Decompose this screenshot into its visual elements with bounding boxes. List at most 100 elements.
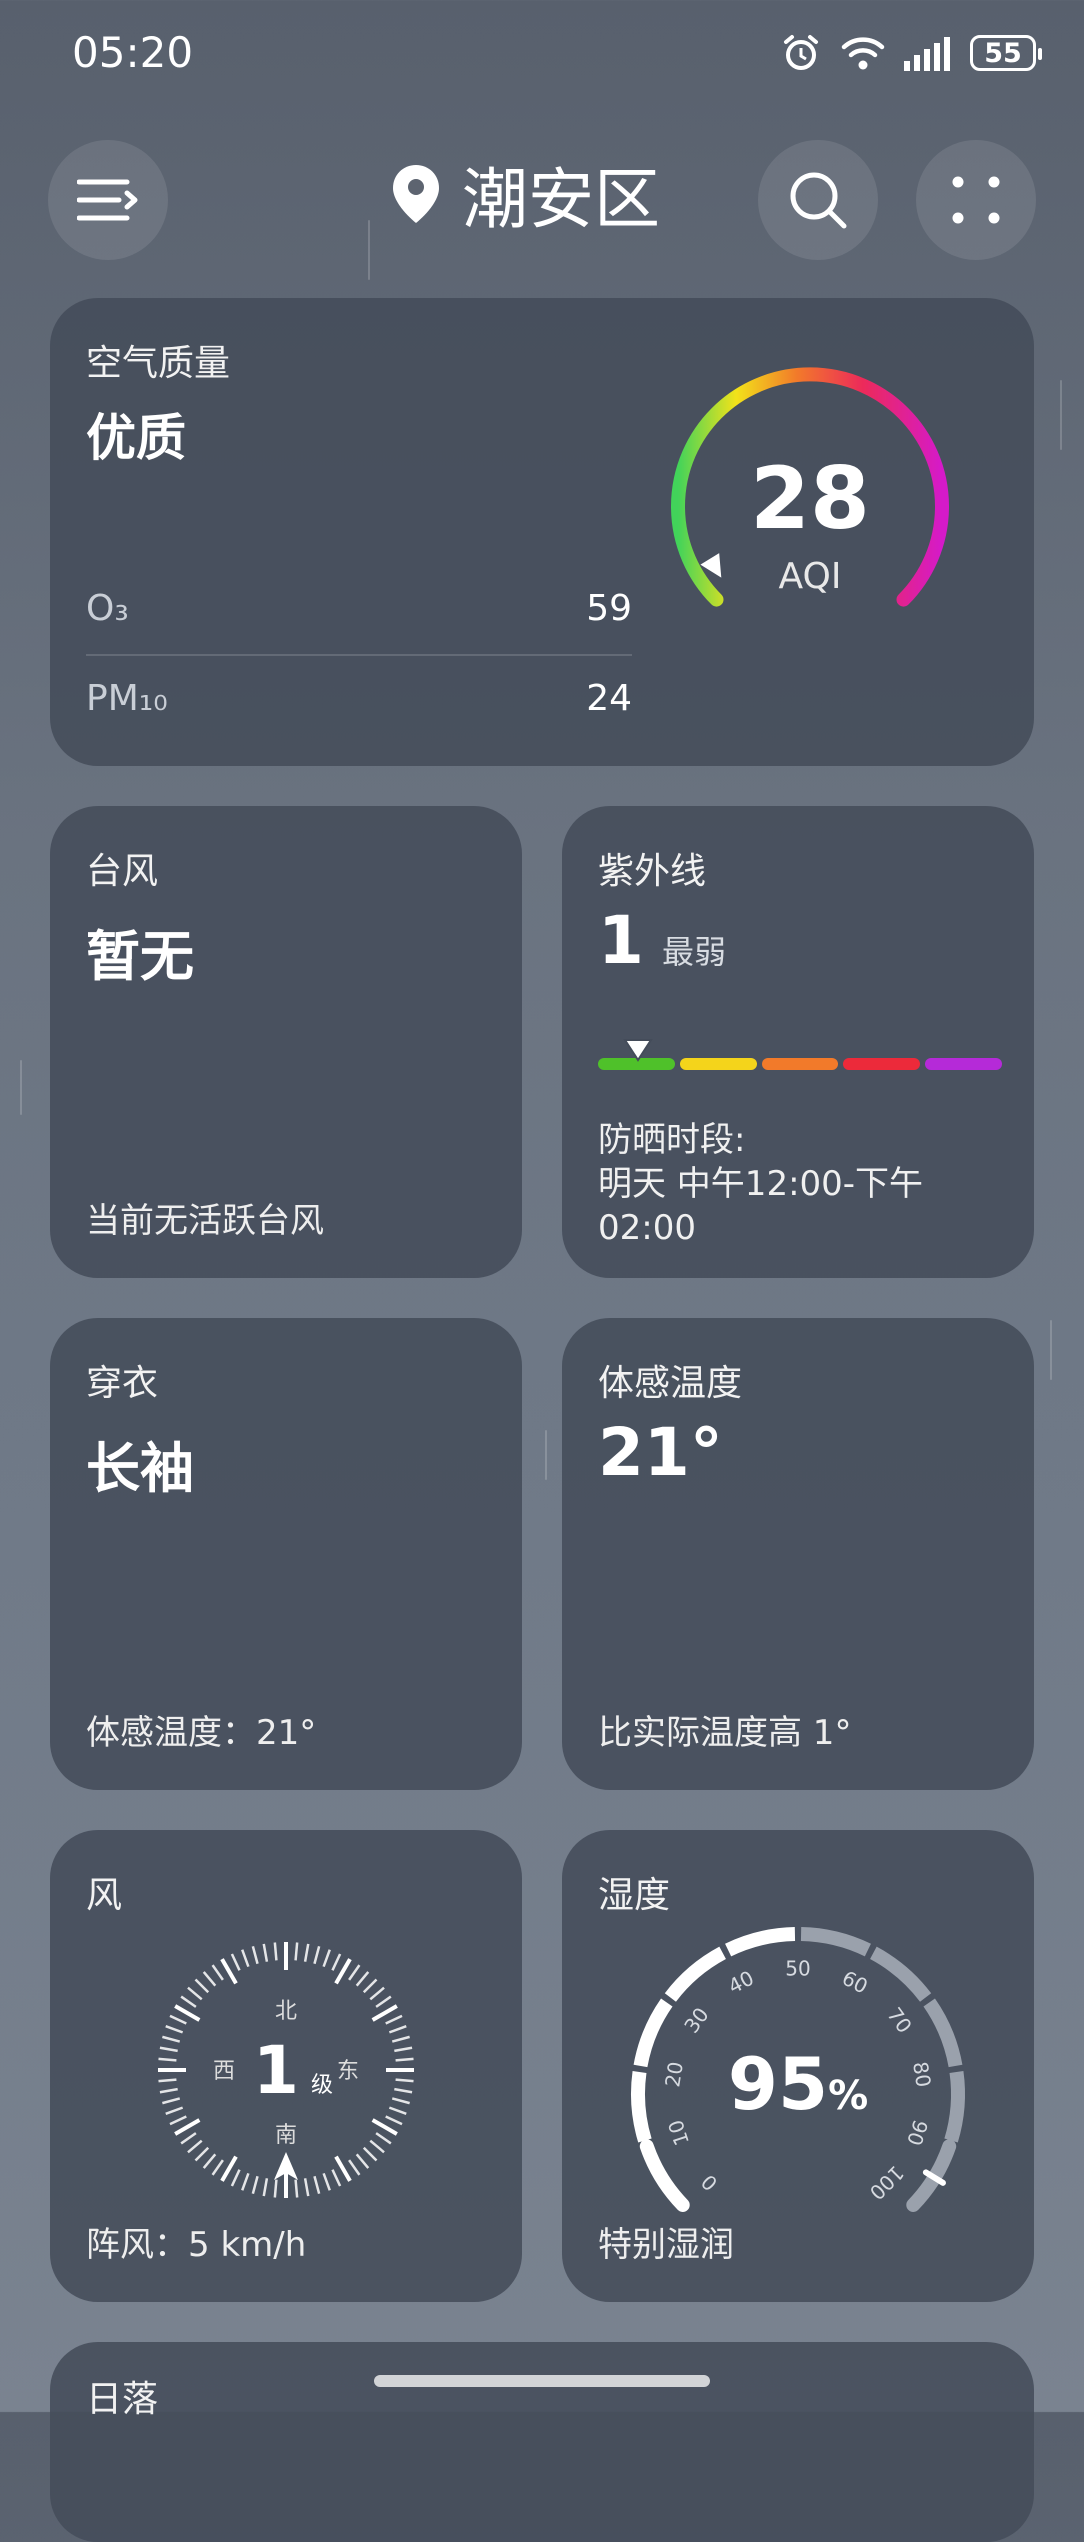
feels-like-footer: 比实际温度高 1°	[598, 1713, 852, 1753]
compass-tick	[202, 2153, 217, 2169]
compass-tick	[362, 1978, 378, 1994]
compass-tick	[174, 2118, 201, 2136]
uv-scale	[598, 1058, 1002, 1070]
compass-tick	[334, 2155, 352, 2182]
compass-south: 南	[275, 2123, 297, 2148]
wind-gust: 阵风：5 km/h	[86, 2225, 307, 2265]
menu-button[interactable]	[48, 140, 168, 260]
compass-tick	[169, 2115, 187, 2126]
humidity-arc-segment	[639, 2139, 690, 2212]
compass-tick	[220, 1958, 238, 1985]
humidity-value: 95	[728, 2042, 828, 2126]
compass-north: 北	[275, 1999, 297, 2024]
rain-streak	[20, 1060, 22, 1115]
compass-tick	[273, 2179, 278, 2198]
compass-east: 东	[337, 2059, 359, 2084]
pollutant-row-pm10: PM₁₀ 24	[86, 678, 632, 719]
compass-tick	[362, 2146, 378, 2162]
feels-like-card[interactable]: 体感温度 21° 比实际温度高 1°	[562, 1318, 1034, 1790]
humidity-arc-segment	[725, 1927, 796, 1957]
compass-west: 西	[213, 2059, 235, 2084]
wind-level: 1	[253, 2032, 299, 2109]
wind-card[interactable]: 风 北 南 东 西 1 级 阵风：5 km/h	[50, 1830, 522, 2302]
compass-tick	[194, 1978, 210, 1994]
compass-tick	[395, 2057, 414, 2062]
pollutant-row-o3: O₃ 59	[86, 588, 632, 629]
compass-tick	[385, 2014, 403, 2025]
compass-tick	[187, 2139, 203, 2154]
compass-tick	[303, 1943, 310, 1962]
compass-tick	[162, 2035, 181, 2043]
uv-scale-segment	[925, 1058, 1002, 1070]
air-quality-card[interactable]: 空气质量 优质 O₃ 59 PM₁₀ 24 28 AQI	[50, 298, 1034, 766]
humidity-tick-label: 90	[902, 2117, 933, 2149]
wind-title: 风	[86, 1875, 123, 1916]
pollutant-value: 59	[586, 588, 632, 629]
compass-tick	[159, 2087, 178, 2094]
sunset-card[interactable]: 日落	[50, 2342, 1034, 2542]
compass-tick	[174, 2004, 201, 2022]
compass-tick	[375, 2132, 392, 2145]
more-icon	[952, 176, 1000, 224]
aqi-gauge: 28 AQI	[671, 367, 949, 607]
divider	[86, 654, 632, 656]
compass-tick	[158, 2078, 177, 2083]
air-quality-title: 空气质量	[86, 343, 231, 384]
clothing-card[interactable]: 穿衣 长袖 体感温度：21°	[50, 1318, 522, 1790]
air-quality-level: 优质	[86, 409, 186, 467]
clothing-title: 穿衣	[86, 1363, 159, 1404]
compass-tick	[313, 1946, 321, 1965]
wind-level-unit: 级	[311, 2073, 333, 2098]
status-time: 05:20	[72, 28, 194, 77]
location-selector[interactable]: 潮安区	[390, 146, 660, 242]
compass-tick	[388, 2025, 407, 2034]
compass-tick	[355, 2153, 370, 2169]
compass-tick	[394, 2046, 413, 2053]
compass-tick	[211, 2159, 224, 2176]
humidity-card[interactable]: 湿度 0 10 20 30 40 50 60 70 80 90 100 95% 特别湿润	[562, 1830, 1034, 2302]
sun-protection-info: 防晒时段: 明天 中午12:00-下午02:00	[598, 1118, 998, 1250]
more-button[interactable]	[916, 140, 1036, 260]
compass-tick	[162, 2097, 181, 2105]
location-pin-icon	[393, 165, 439, 223]
compass-tick	[180, 1995, 197, 2008]
compass-tick	[395, 2078, 414, 2083]
compass-tick	[180, 2132, 197, 2145]
compass-tick	[194, 2146, 210, 2162]
wind-compass: 北 南 东 西 1 级	[158, 1942, 414, 2198]
compass-tick	[375, 1995, 392, 2008]
compass-tick	[391, 2097, 410, 2105]
pollutant-label: PM₁₀	[86, 678, 168, 719]
compass-tick	[251, 1946, 259, 1965]
typhoon-card[interactable]: 台风 暂无 当前无活跃台风	[50, 806, 522, 1278]
compass-tick	[369, 1986, 385, 2001]
uv-card[interactable]: 紫外线 1 最弱 防晒时段: 明天 中午12:00-下午02:00	[562, 806, 1034, 1278]
compass-tick	[348, 2159, 361, 2176]
compass-tick	[169, 2014, 187, 2025]
wifi-icon	[841, 37, 885, 70]
search-button[interactable]	[758, 140, 878, 260]
humidity-arc-segment	[869, 1946, 932, 2002]
uv-value: 1	[598, 902, 644, 979]
humidity-tick-label: 70	[882, 2003, 916, 2038]
compass-tick	[303, 2178, 310, 2197]
home-indicator[interactable]	[374, 2375, 710, 2387]
pollutant-label: O₃	[86, 588, 129, 629]
compass-tick	[165, 2106, 184, 2115]
humidity-arc-segment	[631, 2071, 652, 2143]
compass-tick	[322, 1949, 331, 1968]
humidity-unit: %	[828, 2073, 868, 2119]
feels-like-title: 体感温度	[598, 1363, 743, 1404]
humidity-tick-label: 100	[865, 2161, 909, 2205]
compass-tick	[394, 2087, 413, 2094]
compass-tick	[165, 2025, 184, 2034]
humidity-description: 特别湿润	[598, 2225, 734, 2265]
compass-tick	[187, 1986, 203, 2001]
sunset-title: 日落	[86, 2379, 159, 2420]
uv-scale-segment	[679, 1058, 757, 1070]
compass-tick	[251, 2175, 259, 2194]
top-bar: 潮安区	[0, 140, 1084, 260]
compass-tick	[273, 1942, 278, 1961]
uv-scale-segment	[843, 1058, 921, 1070]
location-name: 潮安区	[462, 161, 660, 238]
